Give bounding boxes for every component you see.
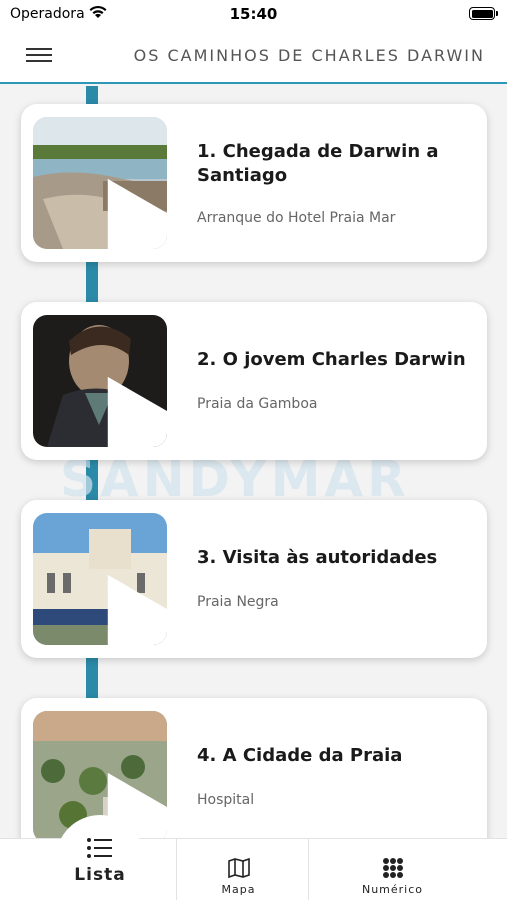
stop-card-2[interactable]: 2. O jovem Charles Darwin Praia da Gambo… [21,302,487,460]
battery-icon [469,7,498,20]
play-icon [107,178,167,249]
tab-mapa[interactable]: Mapa [176,839,300,900]
hamburger-icon[interactable] [26,48,52,66]
stop-title: 3. Visita às autoridades [197,547,438,568]
stop-title: 1. Chegada de Darwin a Santiago [197,141,439,186]
stop-card-3[interactable]: 3. Visita às autoridades Praia Negra [21,500,487,658]
status-bar: Operadora 15:40 [0,0,507,30]
tab-label: Mapa [221,883,256,896]
list-icon [87,838,112,858]
app-header: OS CAMINHOS DE CHARLES DARWIN [0,30,507,84]
stop-card-1[interactable]: 1. Chegada de Darwin a Santiago Arranque… [21,104,487,262]
stop-subtitle: Arranque do Hotel Praia Mar [197,210,396,226]
stop-thumbnail[interactable] [33,117,167,249]
map-icon [227,857,250,879]
stop-title: 4. A Cidade da Praia [197,745,403,766]
tab-label: Numérico [361,883,424,896]
app-screen: Operadora 15:40 OS CAMINHOS DE CHARLES D… [0,0,507,900]
tab-lista[interactable]: Lista [56,815,144,900]
stop-thumbnail[interactable] [33,513,167,645]
grid-icon [382,858,403,878]
play-icon [107,574,167,645]
stop-subtitle: Hospital [197,792,255,808]
tab-label: Lista [74,865,126,885]
play-icon [107,376,167,447]
stop-subtitle: Praia da Gamboa [197,396,318,412]
bottom-nav: Lista Mapa Numérico [0,815,507,900]
stop-thumbnail[interactable] [33,315,167,447]
tab-numerico[interactable]: Numérico [308,839,476,900]
stop-subtitle: Praia Negra [197,594,279,610]
page-title: OS CAMINHOS DE CHARLES DARWIN [133,46,485,65]
clock: 15:40 [229,5,278,23]
stop-title: 2. O jovem Charles Darwin [197,349,466,370]
